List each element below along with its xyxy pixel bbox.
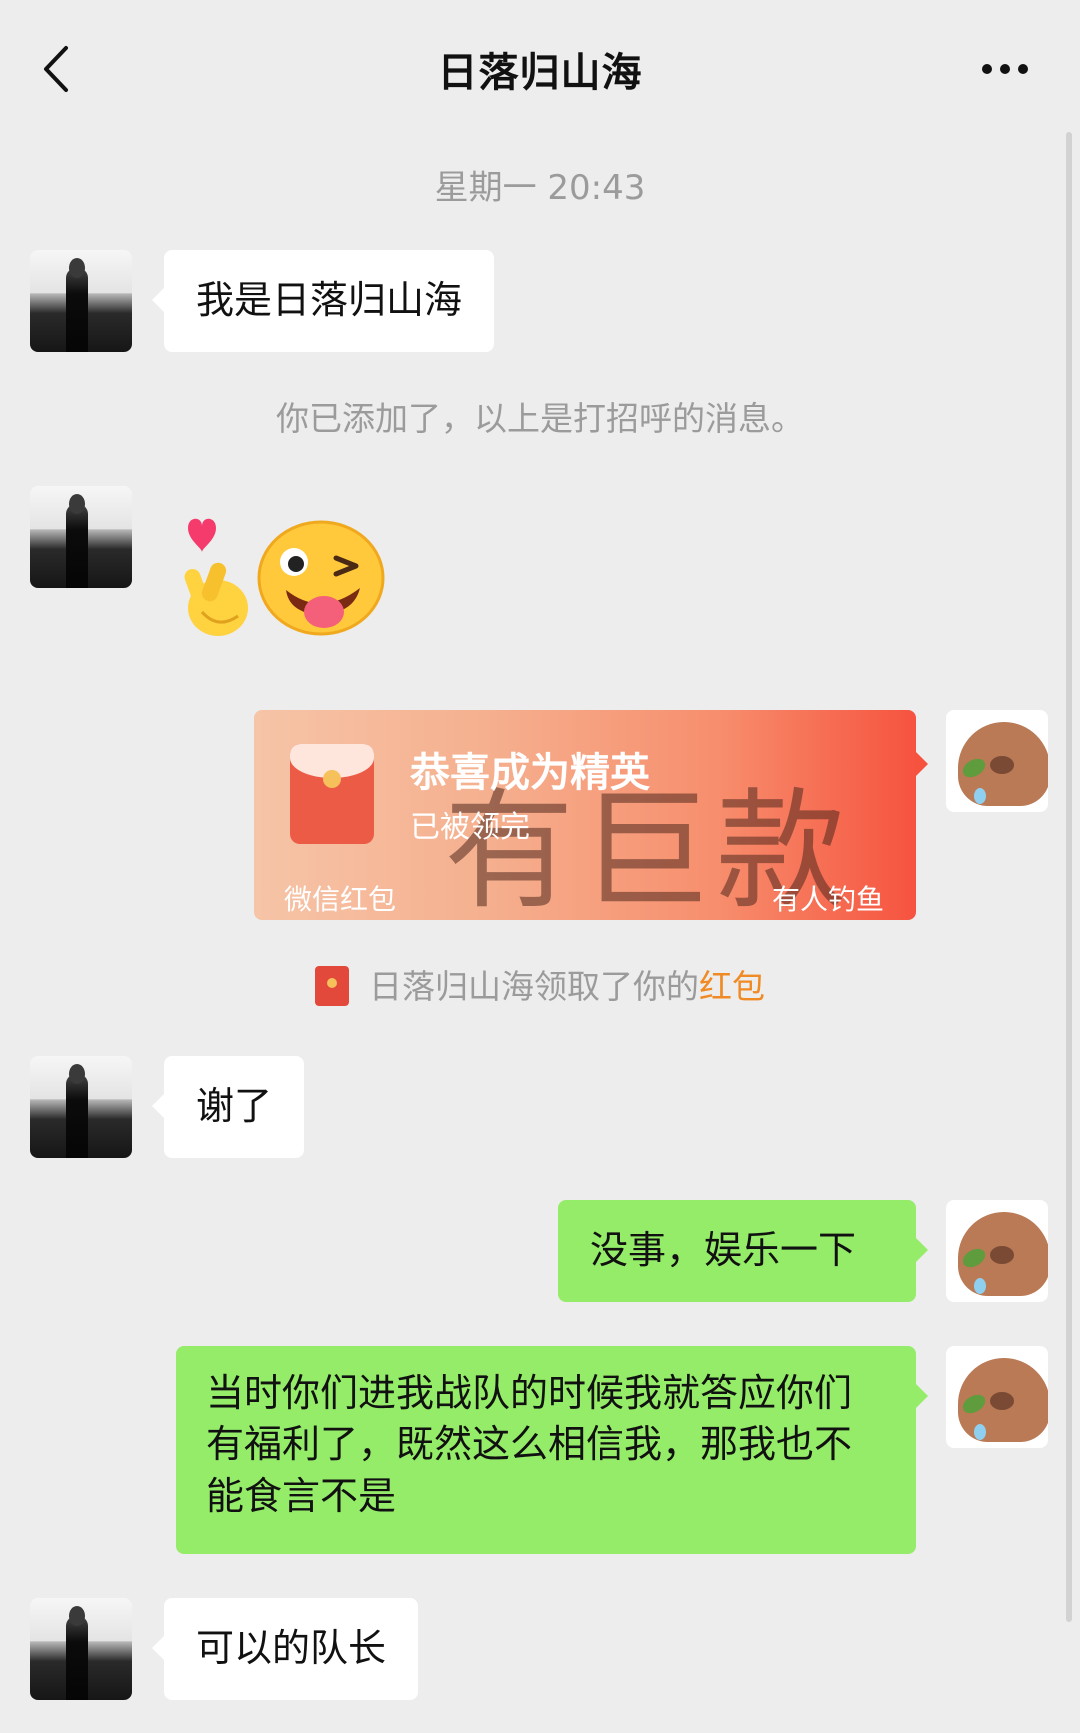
system-notice: 你已添加了，以上是打招呼的消息。 [276,399,804,438]
chat-title: 日落归山海 [437,50,643,96]
contact-avatar[interactable] [30,1056,132,1158]
envelope-status: 已被领完 [410,810,530,845]
contact-avatar[interactable] [30,486,132,588]
message-bubble-sent[interactable]: 当时你们进我战队的时候我就答应你们有福利了，既然这么相信我，那我也不能食言不是 [176,1346,928,1554]
contact-avatar[interactable] [30,1598,132,1700]
message-timestamp: 星期一 20:43 [434,168,646,208]
finger-heart-emoji[interactable] [172,512,252,642]
message-bubble-received[interactable]: 谢了 [151,1056,305,1158]
my-avatar[interactable] [946,1346,1048,1448]
more-options-icon[interactable] [982,64,1028,74]
wink-tongue-emoji[interactable] [256,518,386,638]
message-bubble-received[interactable]: 可以的队长 [151,1598,419,1700]
contact-avatar[interactable] [30,250,132,352]
red-envelope-link[interactable]: 红包 [699,967,765,1006]
envelope-brand: 微信红包 [284,883,397,916]
red-envelope-icon [290,744,374,844]
small-red-envelope-icon [315,965,349,1006]
envelope-title: 恭喜成为精英 [410,750,650,796]
red-envelope-received-notice: 日落归山海领取了你的红包 [0,960,1080,1009]
received-notice-text: 日落归山海领取了你的 [369,967,699,1006]
chat-scrollbar[interactable] [1066,132,1072,1622]
my-avatar[interactable] [946,1200,1048,1302]
envelope-note: 有人钓鱼 [771,883,884,916]
message-bubble-received[interactable]: 我是日落归山海 [151,250,495,352]
message-bubble-sent[interactable]: 没事，娱乐一下 [558,1200,928,1302]
red-envelope-card[interactable]: 有巨款 恭喜成为精英 已被领完 微信红包 有人钓鱼 [254,710,916,920]
envelope-bubble-tail [916,752,928,776]
my-avatar[interactable] [946,710,1048,812]
